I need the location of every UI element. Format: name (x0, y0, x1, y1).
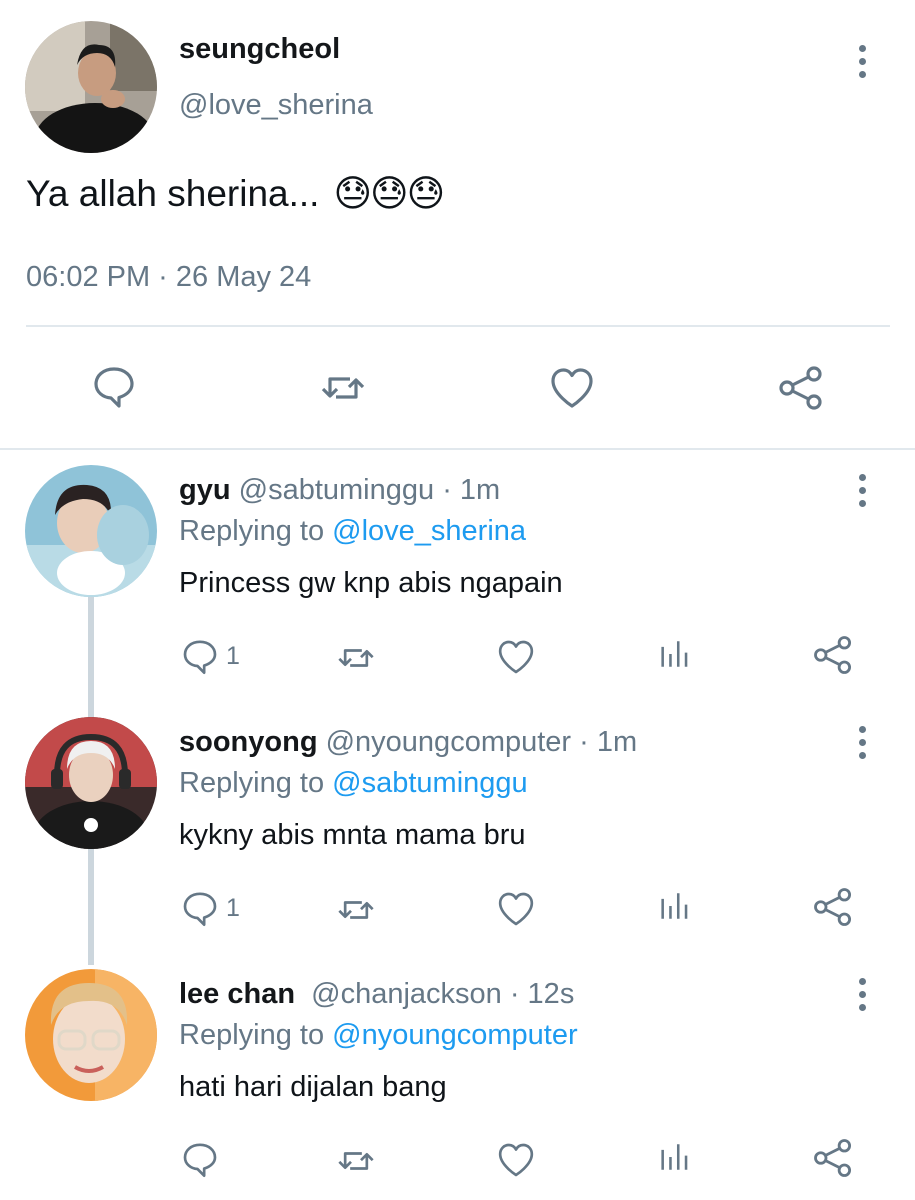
section-divider (0, 448, 915, 450)
reply-icon[interactable]: 1 (180, 888, 240, 928)
retweet-icon[interactable] (333, 890, 379, 930)
replying-to-line: Replying to @love_sherina (179, 515, 526, 548)
reply-text: hati hari dijalan bang (179, 1071, 447, 1103)
author-handle[interactable]: @love_sherina (179, 89, 373, 122)
more-options-icon[interactable] (856, 978, 868, 1011)
author-display-name[interactable]: lee chan (179, 978, 295, 1010)
like-icon[interactable] (496, 1140, 536, 1180)
retweet-icon[interactable] (317, 364, 369, 412)
author-handle[interactable]: @sabtuminggu (239, 474, 435, 506)
author-handle[interactable]: @nyoungcomputer (326, 726, 571, 758)
avatar[interactable] (25, 465, 157, 597)
avatar-photo (25, 717, 157, 849)
replying-to-handle-link[interactable]: @nyoungcomputer (332, 1019, 577, 1051)
reply-time: · 1m (442, 474, 501, 506)
tweet-text: Ya allah sherina... (26, 172, 320, 214)
author-display-name[interactable]: seungcheol (179, 33, 340, 66)
retweet-icon[interactable] (333, 1141, 379, 1181)
like-icon[interactable] (548, 364, 596, 412)
more-options-icon[interactable] (856, 726, 868, 759)
reply-count: 1 (226, 641, 240, 670)
sweat-emoji: 😓😓😓 (333, 173, 445, 214)
replying-to-line: Replying to @sabtuminggu (179, 767, 528, 800)
reply-text: Princess gw knp abis ngapain (179, 567, 563, 599)
replying-to-label: Replying to (179, 1019, 325, 1051)
avatar[interactable] (25, 717, 157, 849)
reply-icon[interactable] (90, 362, 138, 410)
tweet-text-row: Ya allah sherina... 😓😓😓 (26, 172, 445, 215)
stats-icon[interactable] (657, 889, 691, 923)
avatar[interactable] (25, 969, 157, 1101)
author-handle[interactable]: @chanjackson (311, 978, 502, 1010)
share-icon[interactable] (777, 364, 825, 412)
divider (26, 325, 890, 327)
reply-header: soonyong @nyoungcomputer · 1m (179, 726, 637, 759)
tweet-timestamp: 06:02 PM · 26 May 24 (26, 261, 312, 293)
author-display-name[interactable]: gyu (179, 474, 231, 506)
more-options-icon[interactable] (856, 45, 868, 78)
retweet-icon[interactable] (333, 638, 379, 678)
stats-icon[interactable] (657, 1140, 691, 1174)
replying-to-handle-link[interactable]: @sabtuminggu (332, 767, 528, 799)
reply-icon[interactable] (180, 1139, 220, 1179)
share-icon[interactable] (812, 886, 854, 928)
share-icon[interactable] (812, 1137, 854, 1179)
replying-to-line: Replying to @nyoungcomputer (179, 1019, 578, 1052)
reply-time: · 1m (579, 726, 638, 758)
reply-time: · 12s (509, 978, 575, 1010)
like-icon[interactable] (496, 637, 536, 677)
author-display-name[interactable]: soonyong (179, 726, 318, 758)
reply-header: gyu @sabtuminggu · 1m (179, 474, 500, 507)
reply-header: lee chan @chanjackson · 12s (179, 978, 574, 1011)
avatar-photo (25, 969, 157, 1101)
avatar-photo (25, 465, 157, 597)
replying-to-label: Replying to (179, 515, 325, 547)
replying-to-handle-link[interactable]: @love_sherina (332, 515, 526, 547)
replying-to-label: Replying to (179, 767, 325, 799)
share-icon[interactable] (812, 634, 854, 676)
reply-text: kykny abis mnta mama bru (179, 819, 526, 851)
avatar[interactable] (25, 21, 157, 153)
stats-icon[interactable] (657, 637, 691, 671)
like-icon[interactable] (496, 889, 536, 929)
more-options-icon[interactable] (856, 474, 868, 507)
avatar-photo (25, 21, 157, 153)
reply-icon[interactable]: 1 (180, 636, 240, 676)
reply-count: 1 (226, 893, 240, 922)
